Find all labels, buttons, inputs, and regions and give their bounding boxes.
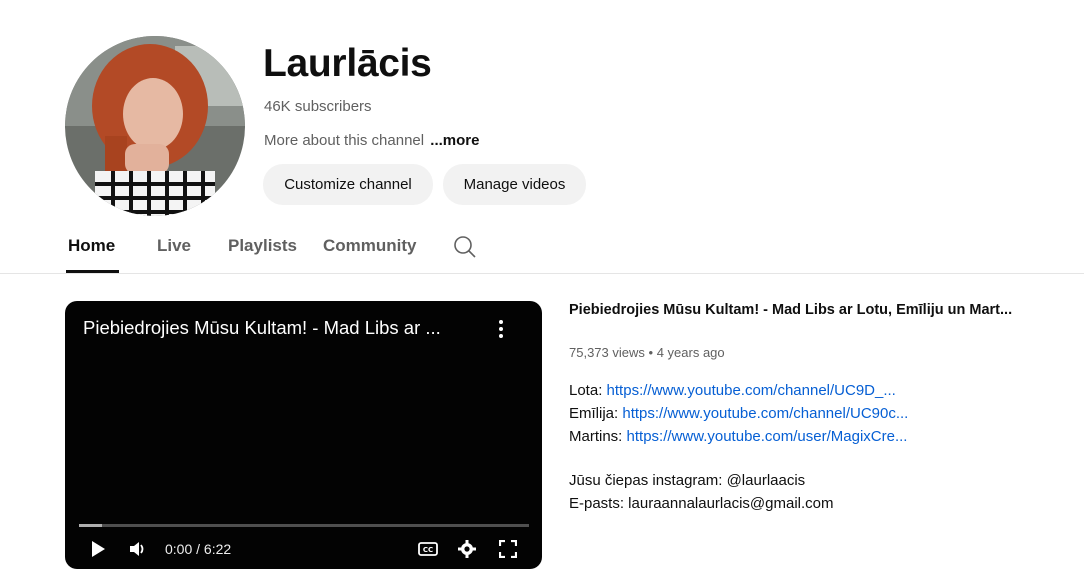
link-prefix: Lota:	[569, 382, 603, 399]
progress-bar[interactable]	[79, 524, 529, 527]
search-icon[interactable]	[452, 234, 478, 260]
more-vert-icon[interactable]	[497, 319, 505, 339]
player-title[interactable]: Piebiedrojies Mūsu Kultam! - Mad Libs ar…	[83, 317, 441, 339]
volume-icon[interactable]	[129, 541, 147, 562]
active-tab-indicator	[66, 270, 119, 273]
svg-text:CC: CC	[423, 546, 433, 554]
tab-playlists[interactable]: Playlists	[228, 236, 297, 256]
more-link[interactable]: ...more	[430, 132, 479, 149]
view-count: 75,373 views	[569, 345, 645, 360]
fullscreen-icon[interactable]	[498, 539, 518, 563]
link-prefix: Emīlija:	[569, 405, 619, 422]
channel-about-text: More about this channel	[264, 132, 425, 149]
manage-videos-button[interactable]: Manage videos	[443, 164, 586, 205]
description-link[interactable]: https://www.youtube.com/channel/UC9D_...	[607, 382, 896, 399]
channel-about[interactable]: More about this channel ...more	[264, 132, 479, 149]
subscriber-count: 46K subscribers	[264, 98, 372, 115]
description-link[interactable]: https://www.youtube.com/channel/UC90c...	[622, 405, 908, 422]
closed-captions-icon[interactable]: CC	[418, 542, 438, 561]
description-line-lota: Lota: https://www.youtube.com/channel/UC…	[569, 382, 896, 399]
upload-age: 4 years ago	[656, 345, 725, 360]
settings-icon[interactable]	[458, 540, 476, 563]
channel-avatar[interactable]	[65, 36, 245, 216]
time-display: 0:00 / 6:22	[165, 541, 232, 557]
channel-tabs: Home Live Playlists Community	[0, 226, 1084, 274]
video-meta: 75,373 views • 4 years ago	[569, 345, 725, 360]
meta-separator: •	[648, 345, 654, 360]
channel-name: Laurlācis	[263, 42, 432, 85]
progress-buffered	[79, 524, 102, 527]
tab-live[interactable]: Live	[157, 236, 191, 256]
description-line-martins: Martins: https://www.youtube.com/user/Ma…	[569, 428, 907, 445]
description-link[interactable]: https://www.youtube.com/user/MagixCre...	[627, 428, 908, 445]
description-email: E-pasts: lauraannalaurlacis@gmail.com	[569, 495, 834, 512]
tab-home[interactable]: Home	[68, 236, 115, 256]
description-line-emilija: Emīlija: https://www.youtube.com/channel…	[569, 405, 908, 422]
description-instagram: Jūsu čiepas instagram: @laurlaacis	[569, 472, 806, 489]
video-player[interactable]: Piebiedrojies Mūsu Kultam! - Mad Libs ar…	[65, 301, 542, 569]
tab-community[interactable]: Community	[323, 236, 417, 256]
customize-channel-button[interactable]: Customize channel	[263, 164, 433, 205]
link-prefix: Martins:	[569, 428, 623, 445]
play-icon[interactable]	[89, 539, 107, 564]
video-title[interactable]: Piebiedrojies Mūsu Kultam! - Mad Libs ar…	[569, 302, 1012, 318]
